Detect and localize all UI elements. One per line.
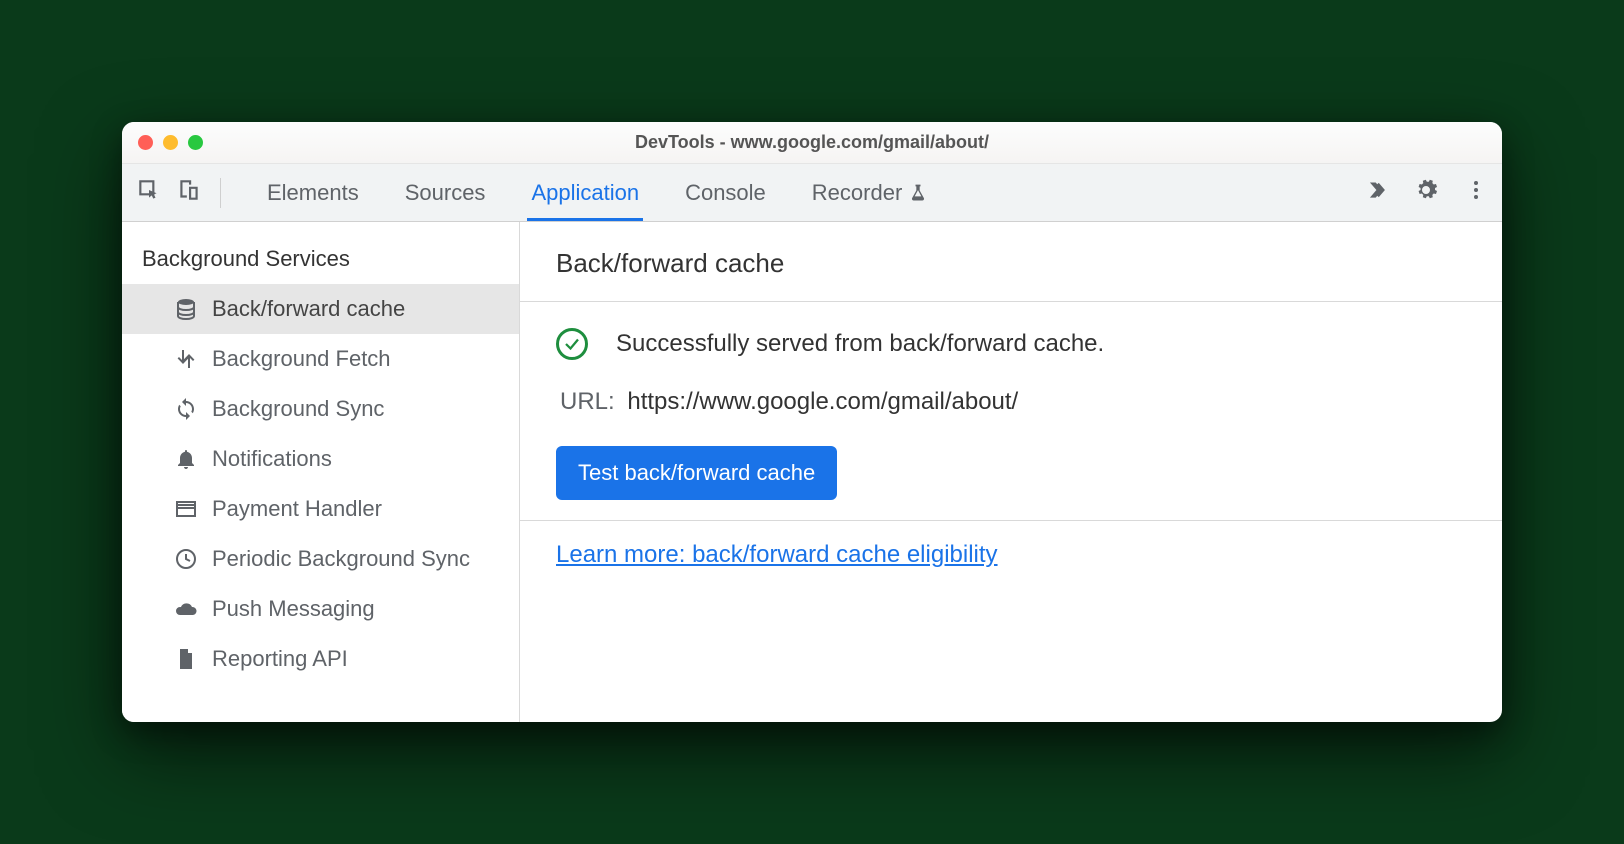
sidebar-item-label: Payment Handler [212, 496, 382, 522]
url-label: URL: [560, 388, 615, 415]
learn-more-link[interactable]: Learn more: back/forward cache eligibili… [556, 541, 998, 568]
settings-icon[interactable] [1414, 178, 1438, 207]
sync-icon [174, 397, 198, 421]
tab-application[interactable]: Application [521, 164, 649, 221]
sidebar-item-reporting-api[interactable]: Reporting API [122, 634, 519, 684]
toolbar: Elements Sources Application Console Rec… [122, 164, 1502, 222]
device-toggle-icon[interactable] [176, 177, 202, 208]
status-message: Successfully served from back/forward ca… [616, 330, 1104, 358]
close-window-button[interactable] [138, 135, 153, 150]
main-panel: Back/forward cache Successfully served f… [520, 222, 1502, 722]
sidebar-item-label: Push Messaging [212, 596, 375, 622]
credit-card-icon [174, 497, 198, 521]
sidebar-item-periodic-background-sync[interactable]: Periodic Background Sync [122, 534, 519, 584]
tab-sources[interactable]: Sources [395, 164, 496, 221]
toolbar-right [1366, 178, 1488, 207]
sidebar-item-background-sync[interactable]: Background Sync [122, 384, 519, 434]
database-icon [174, 297, 198, 321]
sidebar-item-background-fetch[interactable]: Background Fetch [122, 334, 519, 384]
test-bfcache-button[interactable]: Test back/forward cache [556, 446, 837, 500]
flask-icon [908, 183, 928, 203]
window-controls [138, 135, 203, 150]
main-title: Back/forward cache [520, 222, 1502, 302]
window-title: DevTools - www.google.com/gmail/about/ [122, 132, 1502, 153]
panel-body: Background Services Back/forward cache B… [122, 222, 1502, 722]
sidebar-item-bfcache[interactable]: Back/forward cache [122, 284, 519, 334]
toolbar-left-icons [136, 177, 202, 208]
cloud-icon [174, 597, 198, 621]
sidebar-item-label: Background Sync [212, 396, 384, 422]
sidebar: Background Services Back/forward cache B… [122, 222, 520, 722]
more-tabs-icon[interactable] [1366, 179, 1388, 206]
url-row: URL: https://www.google.com/gmail/about/ [560, 388, 1466, 416]
panel-tabs: Elements Sources Application Console Rec… [257, 164, 938, 221]
sidebar-item-label: Periodic Background Sync [212, 546, 470, 572]
file-icon [174, 647, 198, 671]
inspect-icon[interactable] [136, 177, 162, 208]
kebab-menu-icon[interactable] [1464, 178, 1488, 207]
sidebar-item-label: Background Fetch [212, 346, 391, 372]
fetch-icon [174, 347, 198, 371]
status-row: Successfully served from back/forward ca… [556, 328, 1466, 360]
sidebar-item-payment-handler[interactable]: Payment Handler [122, 484, 519, 534]
tab-recorder[interactable]: Recorder [802, 164, 938, 221]
divider [220, 178, 221, 208]
maximize-window-button[interactable] [188, 135, 203, 150]
devtools-window: DevTools - www.google.com/gmail/about/ E… [122, 122, 1502, 722]
sidebar-item-push-messaging[interactable]: Push Messaging [122, 584, 519, 634]
success-check-icon [556, 328, 588, 360]
main-content: Successfully served from back/forward ca… [520, 302, 1502, 521]
minimize-window-button[interactable] [163, 135, 178, 150]
url-value: https://www.google.com/gmail/about/ [627, 388, 1018, 415]
tab-elements[interactable]: Elements [257, 164, 369, 221]
sidebar-item-notifications[interactable]: Notifications [122, 434, 519, 484]
sidebar-item-label: Back/forward cache [212, 296, 405, 322]
sidebar-item-label: Notifications [212, 446, 332, 472]
bell-icon [174, 447, 198, 471]
clock-icon [174, 547, 198, 571]
sidebar-item-label: Reporting API [212, 646, 348, 672]
learn-more-row: Learn more: back/forward cache eligibili… [520, 521, 1502, 589]
tab-console[interactable]: Console [675, 164, 776, 221]
titlebar: DevTools - www.google.com/gmail/about/ [122, 122, 1502, 164]
sidebar-header: Background Services [122, 236, 519, 284]
